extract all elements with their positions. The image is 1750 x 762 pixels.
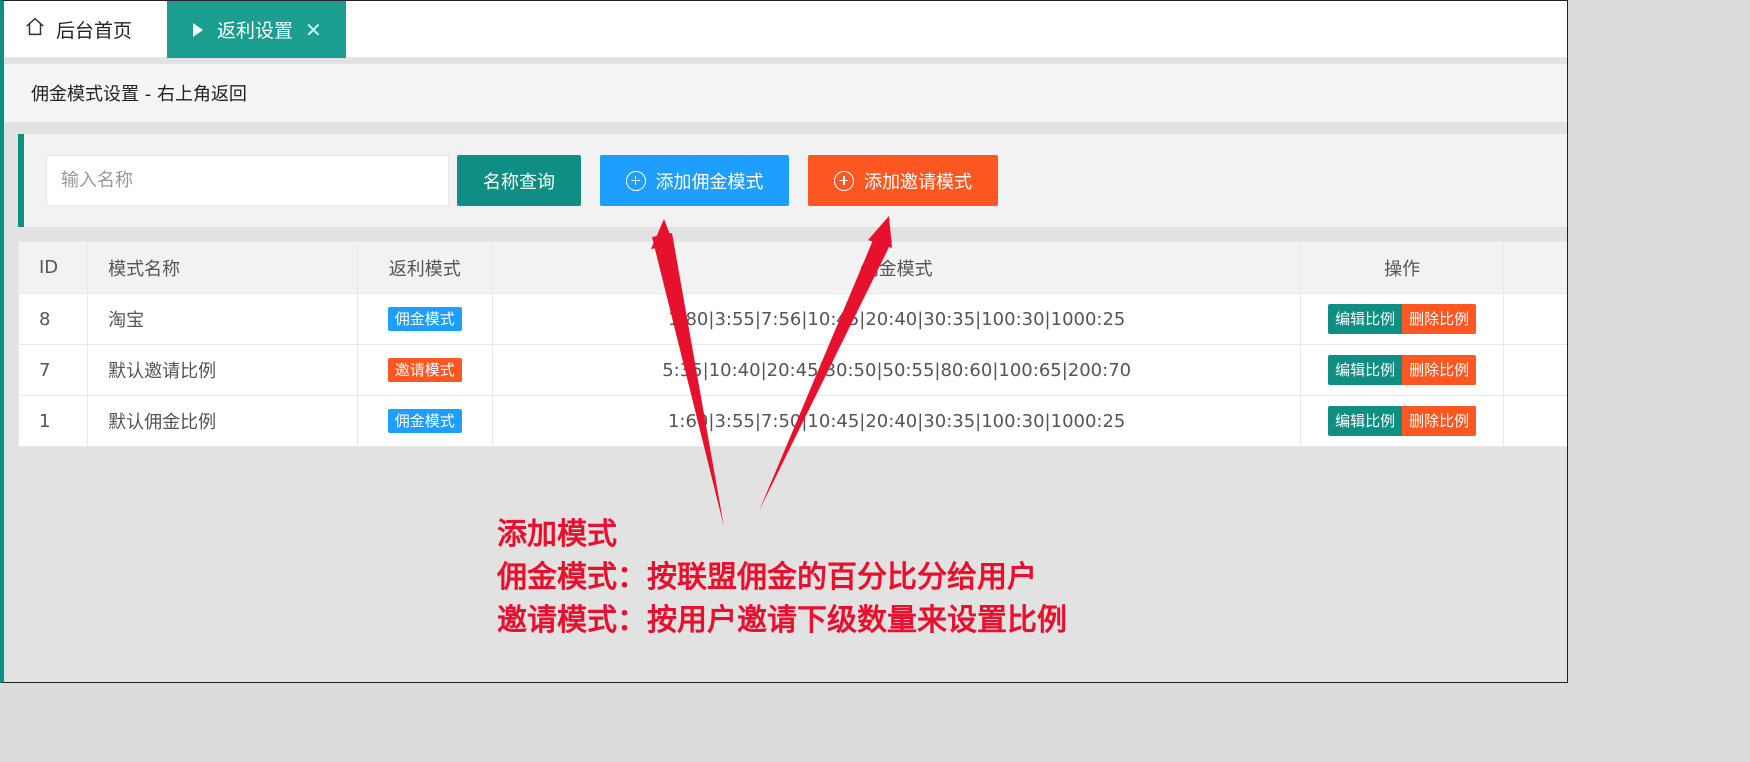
- cell-mode: 邀请模式: [356, 344, 493, 396]
- app-frame: 后台首页 返利设置 ✕ 佣金模式设置 - 右上角返回 名称查询 添加佣金模式 添…: [0, 0, 1568, 683]
- cell-mode: 佣金模式: [356, 395, 493, 447]
- plus-circle-icon: [625, 170, 646, 191]
- cell-name: 淘宝: [87, 293, 358, 345]
- delete-ratio-button[interactable]: 删除比例: [1402, 406, 1477, 436]
- cell-commission: 1:60|3:55|7:50|10:45|20:40|30:35|100:30|…: [491, 395, 1302, 447]
- tab-bar: 后台首页 返利设置 ✕: [4, 1, 1567, 58]
- column-header-spacer: [1502, 241, 1567, 294]
- search-input[interactable]: [46, 155, 449, 206]
- tab-rebate-settings-label: 返利设置: [217, 20, 294, 42]
- edit-ratio-button[interactable]: 编辑比例: [1328, 355, 1403, 385]
- cell-id: 7: [17, 344, 89, 396]
- table-row: 8 淘宝 佣金模式 1:80|3:55|7:56|10:45|20:40|30:…: [17, 293, 1567, 345]
- delete-ratio-button[interactable]: 删除比例: [1402, 355, 1477, 385]
- add-commission-mode-button[interactable]: 添加佣金模式: [600, 155, 789, 206]
- table-row: 1 默认佣金比例 佣金模式 1:60|3:55|7:50|10:45|20:40…: [17, 395, 1567, 447]
- cell-id: 1: [17, 395, 89, 447]
- annotation-text: 添加模式 佣金模式：按联盟佣金的百分比分给用户 邀请模式：按用户邀请下级数量来设…: [497, 513, 1067, 642]
- add-invite-mode-button[interactable]: 添加邀请模式: [808, 155, 998, 206]
- column-header-actions: 操作: [1300, 241, 1504, 294]
- column-header-name: 模式名称: [87, 241, 358, 294]
- cell-actions: 编辑比例 删除比例: [1300, 344, 1504, 396]
- add-invite-mode-label: 添加邀请模式: [864, 171, 972, 193]
- edit-ratio-button[interactable]: 编辑比例: [1328, 406, 1403, 436]
- table-header-row: ID 模式名称 返利模式 佣金模式 操作: [17, 241, 1567, 294]
- cell-mode: 佣金模式: [356, 293, 493, 345]
- cell-id: 8: [17, 293, 89, 345]
- close-icon[interactable]: ✕: [305, 18, 322, 42]
- cell-spacer: [1502, 293, 1567, 345]
- plus-circle-icon: [834, 170, 854, 191]
- delete-ratio-button[interactable]: 删除比例: [1402, 304, 1477, 334]
- mode-table: ID 模式名称 返利模式 佣金模式 操作 8 淘宝 佣金模式 1:80|3:55…: [17, 241, 1567, 447]
- cell-name: 默认佣金比例: [87, 395, 358, 447]
- home-icon: [24, 16, 46, 43]
- cell-spacer: [1502, 395, 1567, 447]
- add-commission-mode-label: 添加佣金模式: [655, 171, 764, 193]
- column-header-rebate-mode: 返利模式: [356, 241, 493, 294]
- cell-commission: 5:35|10:40|20:45|30:50|50:55|80:60|100:6…: [491, 344, 1302, 396]
- cell-name: 默认邀请比例: [87, 344, 358, 396]
- mode-badge: 佣金模式: [387, 409, 462, 433]
- column-header-id: ID: [17, 241, 89, 294]
- annotation-line-3: 邀请模式：按用户邀请下级数量来设置比例: [497, 603, 1067, 638]
- cell-actions: 编辑比例 删除比例: [1300, 293, 1504, 345]
- tab-home-label: 后台首页: [56, 20, 133, 42]
- table-row: 7 默认邀请比例 邀请模式 5:35|10:40|20:45|30:50|50:…: [17, 344, 1567, 396]
- column-header-commission-mode: 佣金模式: [491, 241, 1302, 294]
- breadcrumb: 佣金模式设置 - 右上角返回: [4, 64, 1567, 122]
- mode-badge: 佣金模式: [387, 307, 462, 331]
- cell-actions: 编辑比例 删除比例: [1300, 395, 1504, 447]
- cell-commission: 1:80|3:55|7:56|10:45|20:40|30:35|100:30|…: [491, 293, 1302, 345]
- caret-right-icon: [193, 22, 203, 37]
- cell-spacer: [1502, 344, 1567, 396]
- tab-rebate-settings[interactable]: 返利设置 ✕: [167, 1, 346, 58]
- name-query-button[interactable]: 名称查询: [457, 155, 581, 206]
- toolbar: 名称查询 添加佣金模式 添加邀请模式: [18, 134, 1567, 227]
- annotation-line-1: 添加模式: [497, 517, 617, 552]
- edit-ratio-button[interactable]: 编辑比例: [1328, 304, 1403, 334]
- annotation-line-2: 佣金模式：按联盟佣金的百分比分给用户: [497, 560, 1037, 595]
- mode-badge: 邀请模式: [387, 358, 462, 382]
- tab-home[interactable]: 后台首页: [24, 1, 132, 58]
